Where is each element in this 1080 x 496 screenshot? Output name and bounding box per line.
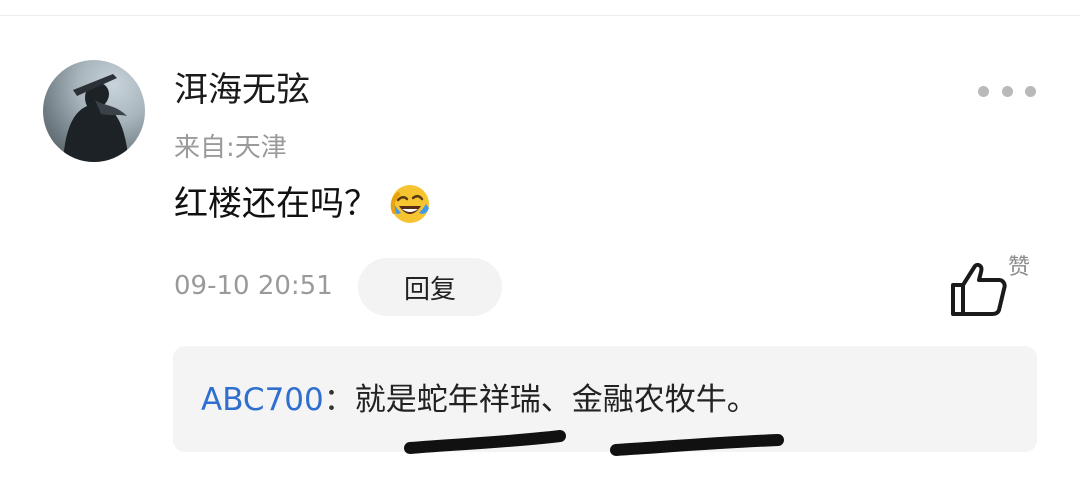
username[interactable]: 洱海无弦: [174, 66, 310, 114]
more-options-button[interactable]: [978, 80, 1036, 102]
like-label: 赞: [1008, 255, 1031, 280]
location-label: 来自:天津: [174, 133, 287, 163]
reply-button[interactable]: 回复: [358, 258, 502, 316]
redaction-scribble: [610, 434, 784, 456]
reply-quote-user[interactable]: ABC700: [201, 382, 324, 418]
comment-timestamp: 09-10 20:51: [174, 271, 333, 301]
reply-quote-text: 就是蛇年祥瑞、金融农牧牛。: [354, 382, 758, 418]
top-divider: [0, 15, 1080, 16]
thumbs-up-icon[interactable]: [948, 258, 1010, 320]
more-dot-icon: [1025, 85, 1036, 97]
reply-quote-box[interactable]: ABC700：就是蛇年祥瑞、金融农牧牛。: [173, 346, 1037, 452]
reply-quote-line: ABC700：就是蛇年祥瑞、金融农牧牛。: [201, 378, 758, 422]
reply-quote-separator: ：: [323, 382, 355, 418]
avatar-figure-icon: [63, 74, 129, 162]
more-dot-icon: [978, 85, 989, 97]
face-with-tears-of-joy-icon: [390, 185, 429, 223]
more-dot-icon: [1001, 85, 1013, 97]
comment-text: 红楼还在吗？: [174, 184, 378, 224]
comment-body: 红楼还在吗？: [174, 176, 432, 232]
avatar[interactable]: [43, 60, 145, 162]
redaction-scribble: [404, 430, 566, 454]
